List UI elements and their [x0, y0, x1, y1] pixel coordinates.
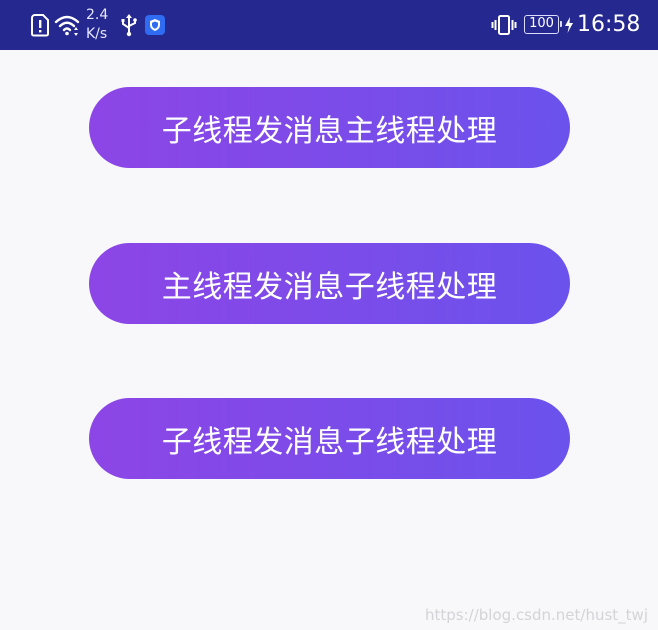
- status-bar: 2.4 K/s 100 16:58: [0, 0, 658, 50]
- sim-alert-icon: [30, 13, 54, 37]
- main-to-child-thread-button-label: 主线程发消息子线程处理: [161, 269, 498, 305]
- network-speed: 2.4 K/s: [86, 6, 112, 44]
- charging-icon: [563, 13, 575, 37]
- network-speed-value: 2.4: [86, 7, 109, 23]
- shield-app-icon: [144, 13, 168, 37]
- network-speed-unit: K/s: [86, 26, 108, 42]
- child-to-child-thread-button[interactable]: 子线程发消息子线程处理: [89, 398, 570, 479]
- main-to-child-thread-button[interactable]: 主线程发消息子线程处理: [89, 243, 570, 324]
- main-content: 子线程发消息主线程处理 主线程发消息子线程处理 子线程发消息子线程处理: [0, 50, 658, 630]
- watermark: https://blog.csdn.net/hust_twj: [425, 606, 648, 624]
- child-to-child-thread-button-label: 子线程发消息子线程处理: [161, 424, 498, 460]
- battery-icon: 100: [524, 15, 562, 34]
- vibrate-icon: [491, 13, 517, 37]
- usb-icon: [119, 13, 139, 37]
- clock-time: 16:58: [577, 12, 641, 37]
- wifi-icon: [54, 13, 82, 37]
- child-to-main-thread-button[interactable]: 子线程发消息主线程处理: [89, 87, 570, 168]
- battery-level: 100: [529, 16, 554, 31]
- child-to-main-thread-button-label: 子线程发消息主线程处理: [161, 113, 498, 149]
